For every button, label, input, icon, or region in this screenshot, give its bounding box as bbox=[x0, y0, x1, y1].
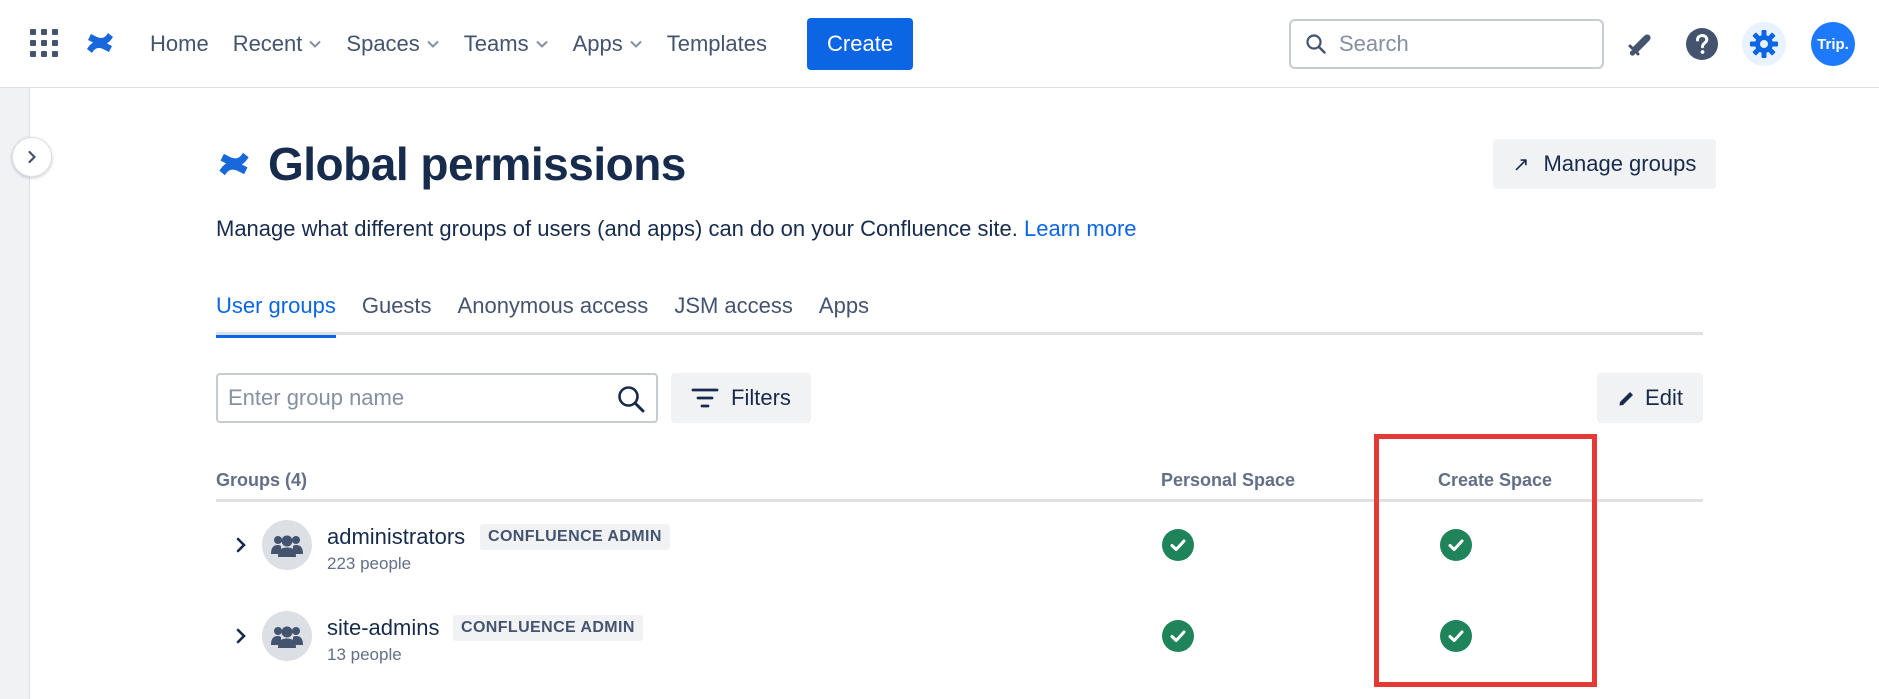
group-member-count: 223 people bbox=[327, 554, 412, 573]
column-header-groups[interactable]: Groups (4) bbox=[216, 470, 307, 491]
tab-apps[interactable]: Apps bbox=[819, 293, 869, 335]
nav-templates-label: Templates bbox=[666, 31, 768, 56]
sidebar-collapsed bbox=[0, 88, 30, 699]
chevron-down-icon bbox=[535, 40, 548, 48]
edit-button[interactable]: Edit bbox=[1597, 373, 1703, 423]
confluence-logo-icon bbox=[219, 152, 249, 176]
check-circle-icon bbox=[1440, 529, 1472, 561]
manage-groups-label: Manage groups bbox=[1543, 151, 1697, 176]
primary-nav: Home Recent Spaces Teams Apps Templates … bbox=[138, 0, 914, 88]
nav-spaces[interactable]: Spaces bbox=[334, 20, 451, 68]
column-header-personal-space: Personal Space bbox=[1161, 470, 1296, 490]
group-name[interactable]: administrators bbox=[327, 524, 465, 550]
table-header: Groups (4) Personal Space Create Space bbox=[216, 470, 1703, 502]
chevron-right-icon[interactable] bbox=[230, 534, 252, 556]
filters-label: Filters bbox=[731, 385, 791, 410]
expand-sidebar-button[interactable] bbox=[12, 137, 52, 177]
nav-spaces-label: Spaces bbox=[346, 31, 420, 56]
role-badge: CONFLUENCE ADMIN bbox=[453, 615, 643, 641]
page-description: Manage what different groups of users (a… bbox=[216, 216, 1137, 242]
chevron-right-icon[interactable] bbox=[230, 625, 252, 647]
help-icon[interactable] bbox=[1680, 22, 1724, 66]
search-icon[interactable] bbox=[616, 384, 646, 414]
search-icon bbox=[1306, 34, 1326, 54]
nav-apps-label: Apps bbox=[572, 31, 623, 56]
tab-guests[interactable]: Guests bbox=[362, 293, 432, 335]
group-avatar-icon bbox=[262, 520, 312, 570]
nav-recent-label: Recent bbox=[232, 31, 303, 56]
external-link-arrow-icon: ↗ bbox=[1512, 153, 1530, 176]
table-row: administrators CONFLUENCE ADMIN 223 peop… bbox=[216, 500, 1703, 590]
role-badge: CONFLUENCE ADMIN bbox=[480, 524, 670, 550]
nav-home-label: Home bbox=[150, 31, 209, 56]
pencil-icon bbox=[1619, 392, 1634, 406]
page-header: Global permissions bbox=[216, 137, 686, 191]
filters-button[interactable]: Filters bbox=[671, 373, 811, 423]
check-circle-icon bbox=[1162, 529, 1194, 561]
tab-anonymous-access[interactable]: Anonymous access bbox=[458, 293, 649, 335]
nav-recent[interactable]: Recent bbox=[221, 20, 335, 68]
nav-home[interactable]: Home bbox=[138, 20, 221, 68]
app-switcher-icon[interactable] bbox=[30, 29, 58, 57]
search-input[interactable] bbox=[1339, 31, 1579, 57]
group-name[interactable]: site-admins bbox=[327, 615, 439, 641]
user-avatar[interactable]: Trip. bbox=[1811, 22, 1855, 66]
group-name-input[interactable] bbox=[228, 385, 608, 411]
nav-teams-label: Teams bbox=[463, 31, 529, 56]
check-circle-icon bbox=[1162, 620, 1194, 652]
confluence-logo-icon[interactable] bbox=[84, 27, 116, 59]
create-button[interactable]: Create bbox=[807, 18, 914, 70]
group-member-count: 13 people bbox=[327, 645, 402, 664]
tab-user-groups[interactable]: User groups bbox=[216, 293, 336, 338]
global-search[interactable] bbox=[1289, 19, 1604, 69]
check-circle-icon bbox=[1440, 620, 1472, 652]
group-search-field[interactable] bbox=[216, 373, 658, 423]
chevron-down-icon bbox=[427, 40, 439, 48]
tab-jsm-access[interactable]: JSM access bbox=[674, 293, 793, 335]
edit-label: Edit bbox=[1645, 385, 1683, 410]
notifications-icon[interactable] bbox=[1618, 22, 1662, 66]
chevron-right-icon bbox=[28, 150, 37, 164]
top-navigation: Home Recent Spaces Teams Apps Templates … bbox=[0, 0, 1879, 88]
page-title: Global permissions bbox=[268, 138, 686, 190]
learn-more-link[interactable]: Learn more bbox=[1024, 216, 1137, 241]
nav-teams[interactable]: Teams bbox=[452, 20, 561, 68]
table-row: site-admins CONFLUENCE ADMIN 13 people bbox=[216, 591, 1703, 681]
group-avatar-icon bbox=[262, 611, 312, 661]
nav-templates[interactable]: Templates bbox=[655, 20, 779, 68]
manage-groups-button[interactable]: ↗ Manage groups bbox=[1493, 139, 1716, 189]
chevron-down-icon bbox=[630, 40, 642, 48]
chevron-down-icon bbox=[309, 40, 322, 48]
nav-apps[interactable]: Apps bbox=[561, 20, 655, 68]
description-text: Manage what different groups of users (a… bbox=[216, 216, 1018, 241]
filter-icon bbox=[691, 388, 719, 408]
column-header-create-space: Create Space bbox=[1438, 470, 1553, 490]
permissions-tabs: User groups Guests Anonymous access JSM … bbox=[216, 293, 1703, 338]
settings-gear-icon[interactable] bbox=[1742, 22, 1786, 66]
